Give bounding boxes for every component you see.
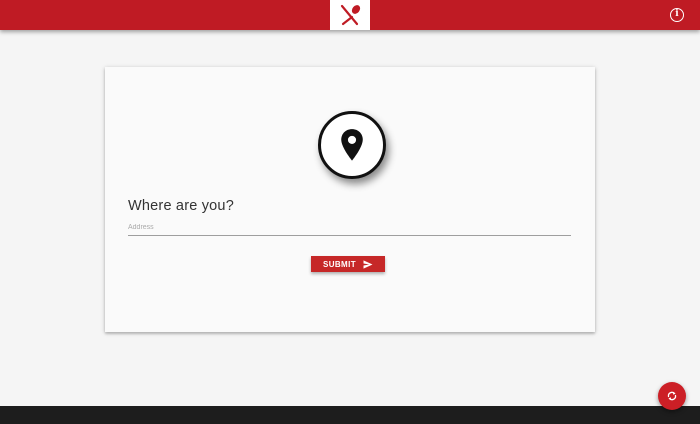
- refresh-button[interactable]: [658, 382, 686, 410]
- refresh-icon: [667, 391, 677, 401]
- map-pin-icon: [341, 129, 363, 161]
- location-card: Where are you? SUBMIT: [105, 67, 595, 332]
- app-logo[interactable]: [330, 0, 370, 30]
- footer-bar: [0, 406, 700, 424]
- top-app-bar: i: [0, 0, 700, 30]
- send-arrow-icon: [363, 259, 373, 269]
- fork-spoon-icon: [340, 4, 361, 26]
- submit-button[interactable]: SUBMIT: [311, 256, 385, 272]
- submit-label: SUBMIT: [322, 259, 357, 269]
- location-question: Where are you?: [128, 198, 234, 214]
- address-input[interactable]: [128, 219, 571, 236]
- info-button[interactable]: i: [670, 8, 684, 22]
- info-icon: i: [675, 9, 679, 19]
- location-pin-badge: [318, 111, 386, 179]
